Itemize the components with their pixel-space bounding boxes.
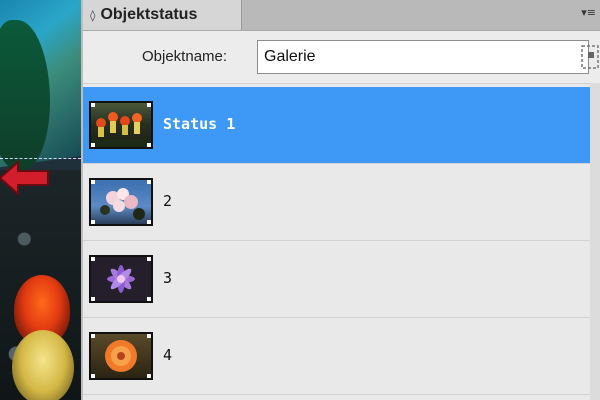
tab-object-states[interactable]: ◊ Objektstatus xyxy=(83,0,242,30)
object-name-input[interactable] xyxy=(257,40,589,74)
state-thumbnail xyxy=(89,255,153,303)
state-row[interactable]: 2 xyxy=(83,164,590,241)
daisy-thumbnail-icon xyxy=(107,265,135,293)
panel-tabbar: ◊ Objektstatus ▾≡ xyxy=(83,0,600,31)
state-row[interactable]: 4 xyxy=(83,318,590,395)
orange-flower-thumbnail-icon xyxy=(105,340,137,372)
state-label: Status 1 xyxy=(163,115,236,133)
object-name-label: Objektname: xyxy=(142,48,228,65)
flowers-thumbnail-icon xyxy=(91,112,151,147)
blossom-thumbnail-icon xyxy=(100,188,145,220)
state-label: 4 xyxy=(163,346,173,364)
scrollbar[interactable] xyxy=(590,83,600,400)
state-label: 3 xyxy=(163,269,173,287)
state-thumbnail xyxy=(89,101,153,149)
yellow-flower-image xyxy=(12,330,74,400)
left-arrow-icon[interactable] xyxy=(0,160,50,196)
tab-title: Objektstatus xyxy=(100,6,198,23)
state-thumbnail xyxy=(89,332,153,380)
states-list: Status 1 2 3 4 xyxy=(83,87,590,395)
state-thumbnail xyxy=(89,178,153,226)
document-canvas xyxy=(0,0,81,400)
selection-frame-edge[interactable] xyxy=(0,158,81,159)
select-content-icon[interactable] xyxy=(580,44,600,70)
up-down-arrows-icon[interactable]: ◊ xyxy=(90,10,95,21)
state-label: 2 xyxy=(163,192,173,210)
object-name-bar: Objektname: xyxy=(83,31,600,84)
panel-menu-icon[interactable]: ▾≡ xyxy=(581,6,596,19)
state-row[interactable]: 3 xyxy=(83,241,590,318)
state-row[interactable]: Status 1 xyxy=(83,87,590,164)
object-states-panel: ◊ Objektstatus ▾≡ Objektname: Galerie St… xyxy=(83,0,600,400)
